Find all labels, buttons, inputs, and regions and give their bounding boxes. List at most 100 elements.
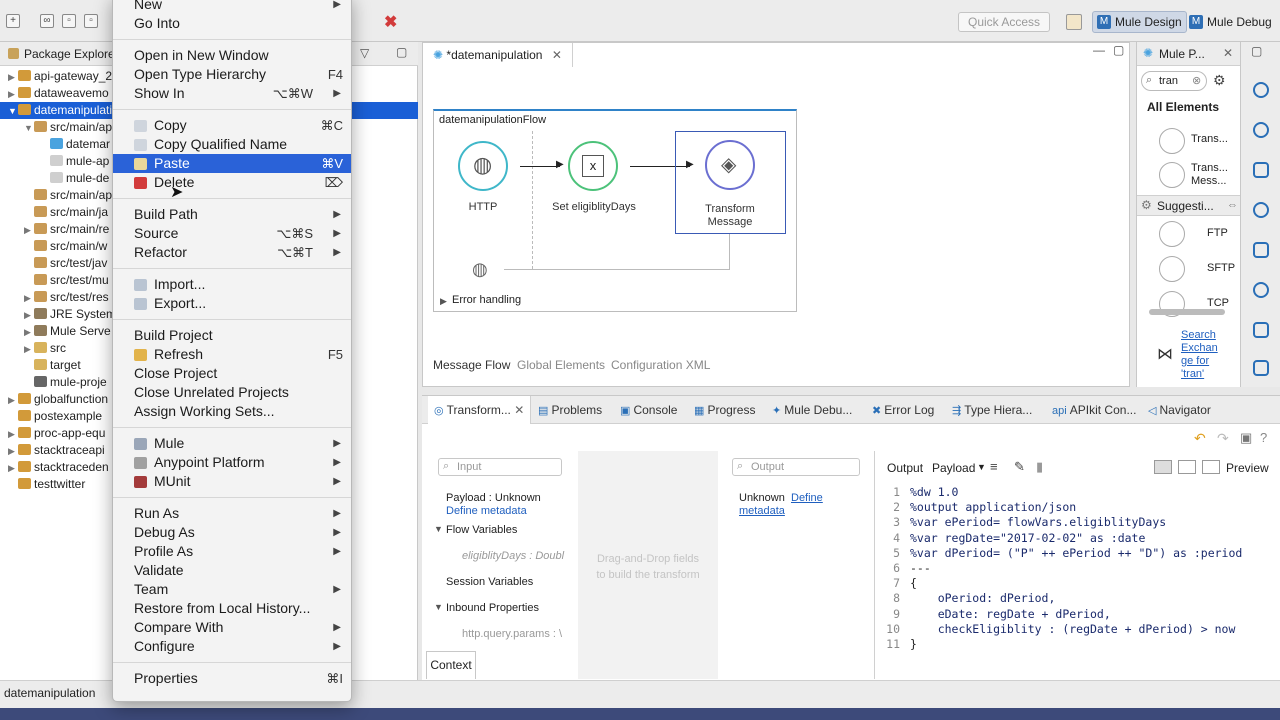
preview-button[interactable]: Preview: [1226, 461, 1269, 475]
twisty-icon[interactable]: ▶: [24, 324, 34, 341]
save-icon[interactable]: ▫: [62, 14, 76, 28]
define-metadata-link[interactable]: Define metadata: [446, 505, 527, 517]
expand-icon[interactable]: ▶: [440, 296, 447, 307]
menu-item[interactable]: Run As ▶: [113, 504, 351, 523]
menu-item[interactable]: Configure ▶: [113, 637, 351, 656]
menu-item[interactable]: Team ▶: [113, 580, 351, 599]
collapse-icon[interactable]: ▼: [434, 524, 443, 534]
tab-message-flow[interactable]: Message Flow: [433, 358, 510, 372]
menu-item[interactable]: Export...: [113, 294, 351, 313]
transform-icon[interactable]: [1159, 128, 1185, 154]
twisty-icon[interactable]: ▶: [24, 341, 34, 358]
maximize-icon[interactable]: ▢: [1113, 43, 1124, 57]
menu-item[interactable]: Copy ⌘C: [113, 116, 351, 135]
error-handling-label[interactable]: Error handling: [452, 294, 521, 306]
set-variable-node[interactable]: x: [568, 141, 618, 191]
layout-graph-icon[interactable]: [1202, 460, 1220, 474]
mule-icon[interactable]: ∞: [40, 14, 54, 28]
twisty-icon[interactable]: ▶: [8, 426, 18, 443]
ftp-icon[interactable]: [1159, 221, 1185, 247]
palette-item-sftp[interactable]: SFTP: [1207, 262, 1235, 274]
save-icon[interactable]: ▣: [1240, 430, 1252, 446]
menu-item[interactable]: Close Project: [113, 364, 351, 383]
menu-item[interactable]: Anypoint Platform ▶: [113, 453, 351, 472]
security-icon[interactable]: [1253, 360, 1269, 376]
http-node[interactable]: ◍: [458, 141, 508, 191]
delete-icon[interactable]: ▮: [1036, 459, 1043, 475]
minimize-icon[interactable]: ▢: [1251, 44, 1262, 58]
menu-item[interactable]: Refresh F5: [113, 345, 351, 364]
gear-icon[interactable]: ⚙: [1213, 72, 1226, 89]
bottom-tab[interactable]: ✖ Error Log: [872, 396, 934, 424]
bottom-tab[interactable]: api APIkit Con...: [1052, 396, 1136, 424]
menu-item[interactable]: Mule ▶: [113, 434, 351, 453]
search-exchange-link[interactable]: Search Exchan ge for 'tran': [1181, 329, 1218, 381]
add-output-icon[interactable]: ≡: [990, 459, 998, 474]
menu-item[interactable]: Close Unrelated Projects: [113, 383, 351, 402]
edit-icon[interactable]: ✎: [1014, 459, 1025, 475]
exception-icon[interactable]: [1253, 322, 1269, 338]
search-icon[interactable]: [1253, 82, 1269, 98]
twisty-icon[interactable]: ▶: [8, 69, 18, 86]
menu-item[interactable]: Build Path ▶: [113, 205, 351, 224]
bottom-tab[interactable]: ◁ Navigator: [1148, 396, 1211, 424]
save-all-icon[interactable]: ▫: [84, 14, 98, 28]
twisty-icon[interactable]: ▶: [8, 392, 18, 409]
menu-item[interactable]: Compare With ▶: [113, 618, 351, 637]
menu-item[interactable]: New ▶: [113, 0, 351, 14]
transport-icon[interactable]: [1253, 202, 1269, 218]
menu-item[interactable]: Delete ⌦: [113, 173, 351, 192]
close-icon[interactable]: ✕: [1223, 46, 1233, 60]
bottom-tab[interactable]: ▣ Console: [620, 396, 677, 424]
menu-item[interactable]: Restore from Local History...: [113, 599, 351, 618]
database-icon[interactable]: [1253, 162, 1269, 178]
output-search[interactable]: ⌕ Output: [732, 458, 860, 476]
maximize-icon[interactable]: ▢: [396, 45, 407, 59]
transform-node-box[interactable]: ◈ Transform Message: [675, 131, 786, 234]
flow-container[interactable]: datemanipulationFlow ◍ HTTP ▶ x Set elig…: [433, 109, 797, 312]
twisty-icon[interactable]: ▶: [24, 307, 34, 324]
layout-split-icon[interactable]: [1178, 460, 1196, 474]
palette-item-transform-message[interactable]: Trans... Mess...: [1191, 162, 1228, 188]
chevron-down-icon[interactable]: ▼: [977, 462, 986, 472]
context-tab[interactable]: Context: [426, 651, 476, 679]
twisty-icon[interactable]: ▶: [8, 86, 18, 103]
minimize-icon[interactable]: —: [1093, 43, 1105, 57]
link-icon[interactable]: ⇔: [1227, 199, 1238, 211]
palette-item-transform[interactable]: Trans...: [1191, 133, 1228, 145]
perspective-mule-design[interactable]: M Mule Design: [1092, 11, 1187, 33]
twisty-icon[interactable]: ▶: [8, 443, 18, 460]
help-icon[interactable]: ?: [1260, 430, 1267, 445]
undo-icon[interactable]: ↶: [1194, 430, 1206, 447]
transform-message-icon[interactable]: [1159, 162, 1185, 188]
bottom-tab[interactable]: ◎ Transform... ✕: [428, 396, 532, 424]
stop-icon[interactable]: ✖: [384, 12, 397, 32]
flow-control-icon[interactable]: [1253, 282, 1269, 298]
quick-access-input[interactable]: Quick Access: [958, 12, 1050, 32]
redo-icon[interactable]: ↷: [1217, 430, 1229, 447]
menu-item[interactable]: Source ⌥⌘S ▶: [113, 224, 351, 243]
close-icon[interactable]: ✕: [552, 48, 562, 62]
twisty-icon[interactable]: ▼: [24, 120, 34, 137]
menu-item[interactable]: Show In ⌥⌘W ▶: [113, 84, 351, 103]
tab-global-elements[interactable]: Global Elements: [517, 358, 605, 372]
menu-item[interactable]: Open Type Hierarchy F4: [113, 65, 351, 84]
output-define-metadata-link[interactable]: metadata: [739, 505, 785, 517]
collapse-icon[interactable]: ▼: [434, 602, 443, 612]
input-search[interactable]: ⌕ Input: [438, 458, 562, 476]
http-query-params[interactable]: http.query.params : \: [462, 628, 562, 640]
payload-dropdown[interactable]: Payload: [932, 461, 975, 475]
view-menu-icon[interactable]: ▽: [360, 46, 369, 60]
eligibility-variable[interactable]: eligiblityDays : Doubl: [462, 550, 564, 562]
menu-item[interactable]: Assign Working Sets...: [113, 402, 351, 421]
menu-item[interactable]: MUnit ▶: [113, 472, 351, 491]
tab-configuration-xml[interactable]: Configuration XML: [611, 358, 710, 372]
menu-item[interactable]: Profile As ▶: [113, 542, 351, 561]
twisty-icon[interactable]: ▶: [24, 222, 34, 239]
mapping-area[interactable]: Drag-and-Drop fields to build the transf…: [578, 451, 718, 679]
palette-search-input[interactable]: ⌕ tran ⊗: [1141, 71, 1207, 91]
bottom-tab[interactable]: ⇶ Type Hiera...: [952, 396, 1032, 424]
open-perspective-icon[interactable]: [1066, 14, 1082, 30]
menu-item[interactable]: Go Into: [113, 14, 351, 33]
scrollbar[interactable]: [1149, 309, 1225, 315]
